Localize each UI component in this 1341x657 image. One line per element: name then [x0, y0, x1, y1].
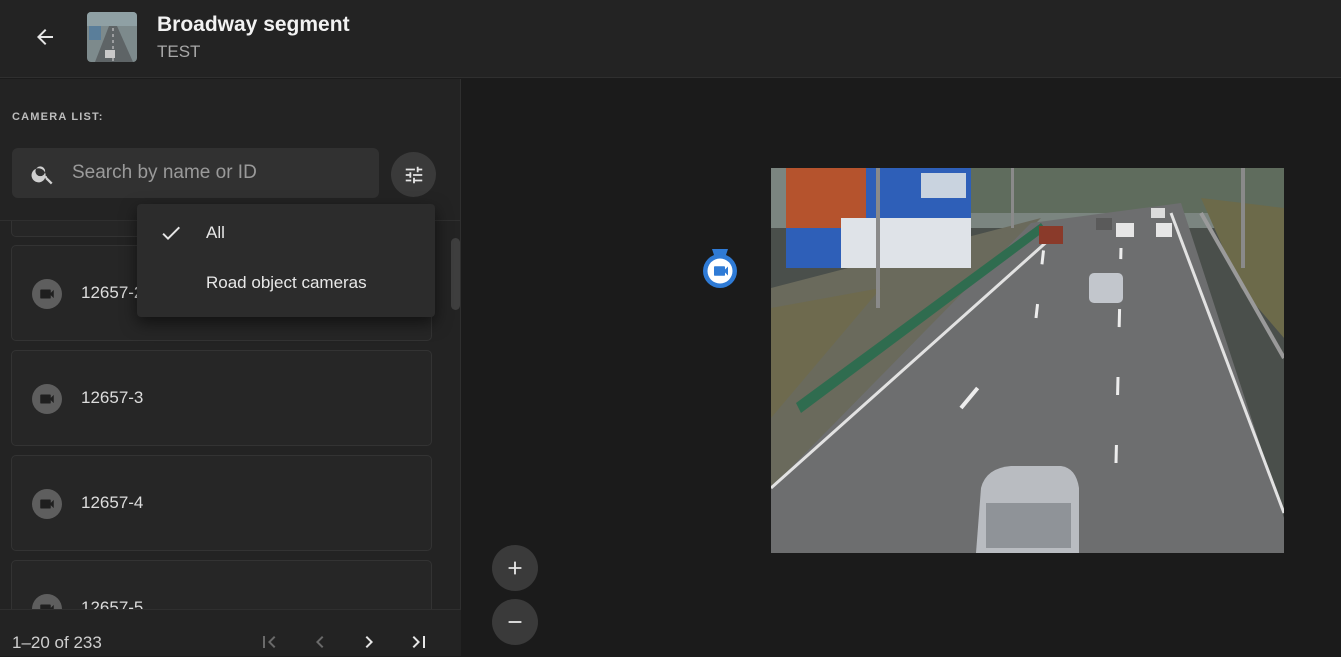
page-title: Broadway segment — [157, 13, 350, 36]
zoom-in-button[interactable] — [492, 545, 538, 591]
camera-name: 12657-4 — [81, 493, 144, 512]
video-camera-icon — [703, 249, 737, 288]
camera-snapshot — [771, 168, 1284, 553]
page-range: 1–20 of 233 — [12, 633, 102, 652]
list-scrollbar[interactable] — [451, 238, 460, 310]
plus-icon — [508, 561, 522, 575]
filter-button[interactable] — [391, 152, 436, 197]
camera-map-marker[interactable] — [700, 247, 740, 289]
camera-list-label: CAMERA LIST: — [12, 111, 104, 123]
previous-page-button[interactable] — [305, 627, 335, 657]
first-page-icon — [263, 636, 276, 648]
filter-option-all[interactable]: All — [137, 207, 435, 257]
search-input[interactable] — [72, 148, 372, 198]
arrow-left-icon — [37, 29, 53, 45]
camera-list-item[interactable]: 12657-3 — [11, 350, 432, 446]
video-camera-icon — [32, 279, 62, 309]
filter-menu: All Road object cameras — [137, 204, 435, 317]
search-icon — [31, 166, 53, 185]
pagination-footer: 1–20 of 233 — [0, 609, 461, 656]
first-page-button[interactable] — [254, 627, 284, 657]
camera-sidebar: CAMERA LIST: 12657-2 12657-3 — [0, 79, 461, 656]
check-icon — [162, 226, 180, 240]
top-bar: Broadway segment TEST — [0, 0, 1341, 78]
page-subtitle: TEST — [157, 42, 201, 61]
zoom-out-button[interactable] — [492, 599, 538, 645]
last-page-icon — [412, 636, 425, 648]
video-camera-icon — [32, 489, 62, 519]
filter-option-road-object-cameras[interactable]: Road object cameras — [137, 257, 435, 307]
video-camera-icon — [32, 384, 62, 414]
minus-icon — [508, 621, 522, 623]
filter-option-label: All — [206, 223, 225, 242]
back-button[interactable] — [22, 16, 68, 58]
camera-name: 12657-2 — [81, 283, 144, 302]
video-camera-icon — [32, 594, 62, 610]
search-box[interactable] — [12, 148, 379, 198]
camera-list-item[interactable]: 12657-4 — [11, 455, 432, 551]
camera-name: 12657-3 — [81, 388, 144, 407]
next-page-button[interactable] — [354, 627, 384, 657]
chevron-right-icon — [365, 636, 373, 648]
chevron-left-icon — [316, 636, 324, 648]
last-page-button[interactable] — [404, 627, 434, 657]
tune-icon — [405, 166, 422, 183]
road-camera-thumbnail — [87, 12, 137, 62]
camera-list-item[interactable]: 12657-5 — [11, 560, 432, 610]
filter-option-label: Road object cameras — [206, 273, 367, 292]
map-view[interactable] — [462, 79, 1341, 656]
